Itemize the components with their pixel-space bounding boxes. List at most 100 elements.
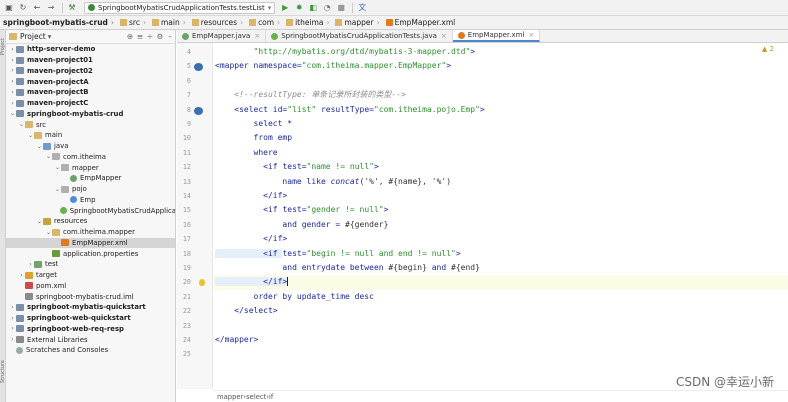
close-icon[interactable]: ×: [528, 31, 534, 39]
chevron-right-icon[interactable]: ›: [9, 304, 16, 311]
project-tree-item[interactable]: SpringbootMybatisCrudApplica: [6, 205, 175, 216]
chevron-right-icon[interactable]: ›: [9, 78, 16, 85]
debug-icon[interactable]: ✹: [293, 2, 305, 14]
chevron-down-icon[interactable]: ▾: [48, 32, 52, 41]
chevron-down-icon[interactable]: ⌄: [54, 164, 61, 171]
coverage-icon[interactable]: ◧: [307, 2, 319, 14]
chevron-right-icon[interactable]: ›: [9, 57, 16, 64]
code-token: "begin != null and end != null": [306, 248, 456, 258]
chevron-right-icon[interactable]: ›: [9, 325, 16, 332]
editor-tab[interactable]: EmpMapper.java ×: [177, 30, 267, 42]
breadcrumb-item[interactable]: com ›: [246, 18, 283, 27]
project-tree-label: EmpMapper: [80, 174, 122, 183]
close-icon[interactable]: ×: [441, 32, 447, 40]
gear-icon[interactable]: ⚙: [155, 32, 165, 41]
project-tree-item[interactable]: › springboot-web-quickstart: [6, 313, 175, 324]
stop-icon[interactable]: ■: [335, 2, 347, 14]
project-tree-item[interactable]: › http-server-demo: [6, 44, 175, 55]
breadcrumb-item[interactable]: springboot-mybatis-crud ›: [0, 18, 117, 27]
chevron-right-icon[interactable]: ›: [9, 100, 16, 107]
chevron-down-icon[interactable]: ⌄: [9, 110, 16, 117]
code-breadcrumb-item[interactable]: if: [269, 393, 273, 401]
back-icon[interactable]: ←: [31, 2, 43, 14]
folder-icon: [335, 19, 343, 26]
project-tree-item[interactable]: › springboot-mybatis-quickstart: [6, 302, 175, 313]
breadcrumb-item[interactable]: resources ›: [189, 18, 246, 27]
project-tree-item[interactable]: › maven-projectC: [6, 98, 175, 109]
project-tree-item[interactable]: ⌄ java: [6, 141, 175, 152]
project-tree-item[interactable]: ⌄ com.itheima.mapper: [6, 227, 175, 238]
project-panel-title[interactable]: Project: [20, 32, 46, 41]
project-tree-item[interactable]: › maven-project01: [6, 55, 175, 66]
chevron-down-icon[interactable]: ⌄: [27, 132, 34, 139]
breadcrumb-item[interactable]: main ›: [149, 18, 189, 27]
project-tree-item[interactable]: › maven-projectB: [6, 87, 175, 98]
project-tree-item[interactable]: Emp: [6, 195, 175, 206]
breadcrumb-item[interactable]: src ›: [117, 18, 149, 27]
build-icon[interactable]: ⚒: [66, 2, 78, 14]
project-tree-item[interactable]: ⌄ mapper: [6, 162, 175, 173]
project-tree-item[interactable]: Scratches and Consoles: [6, 345, 175, 356]
code-area[interactable]: "http://mybatis.org/dtd/mybatis-3-mapper…: [213, 43, 788, 389]
chevron-down-icon[interactable]: ⌄: [45, 229, 52, 236]
folder-icon: [52, 228, 60, 236]
chevron-down-icon[interactable]: ⌄: [36, 218, 43, 225]
file-type-icon: [271, 32, 279, 40]
editor-tab[interactable]: EmpMapper.xml ×: [452, 30, 541, 42]
code-breadcrumb: mapper › select › if: [213, 390, 788, 402]
breadcrumb-item[interactable]: EmpMapper.xml: [383, 18, 459, 27]
inspection-warning-badge[interactable]: ▲ 2: [762, 45, 774, 53]
project-tree-item[interactable]: EmpMapper.xml: [6, 237, 175, 249]
code-breadcrumb-item[interactable]: select: [246, 393, 266, 401]
project-tree-item[interactable]: application.properties: [6, 248, 175, 259]
chevron-right-icon[interactable]: ›: [27, 261, 34, 268]
chevron-down-icon[interactable]: ⌄: [54, 186, 61, 193]
project-tree-item[interactable]: › test: [6, 259, 175, 270]
project-tree-item[interactable]: › maven-project02: [6, 66, 175, 77]
project-tree-item[interactable]: ⌄ com.itheima: [6, 152, 175, 163]
chevron-right-icon[interactable]: ›: [9, 336, 16, 343]
project-tree-item[interactable]: springboot-mybatis-crud.iml: [6, 291, 175, 302]
chevron-right-icon[interactable]: ›: [18, 272, 25, 279]
chevron-right-icon[interactable]: ›: [9, 67, 16, 74]
intention-bulb-icon[interactable]: [199, 279, 205, 287]
close-icon[interactable]: ×: [254, 32, 260, 40]
forward-icon[interactable]: →: [45, 2, 57, 14]
code-token: <if: [215, 162, 283, 172]
mybatis-navigation-icon[interactable]: [194, 106, 203, 115]
project-tree-item[interactable]: ⌄ springboot-mybatis-crud: [6, 109, 175, 120]
translate-icon[interactable]: 文: [356, 2, 368, 14]
chevron-down-icon[interactable]: ⌄: [36, 143, 43, 150]
run-configuration-select[interactable]: SpringbootMybatisCrudApplicationTests.te…: [84, 1, 276, 14]
chevron-right-icon[interactable]: ›: [9, 89, 16, 96]
project-tree-item[interactable]: › maven-projectA: [6, 76, 175, 87]
save-icon[interactable]: ▣: [3, 2, 15, 14]
breadcrumb-item[interactable]: mapper ›: [332, 18, 382, 27]
project-tree-item[interactable]: › target: [6, 270, 175, 281]
run-icon[interactable]: ▶: [279, 2, 291, 14]
project-tree-item[interactable]: EmpMapper: [6, 173, 175, 184]
chevron-right-icon[interactable]: ›: [9, 46, 16, 53]
sync-icon[interactable]: ↻: [17, 2, 29, 14]
mybatis-navigation-icon[interactable]: [194, 63, 203, 72]
project-tree-item[interactable]: ⌄ src: [6, 119, 175, 130]
code-breadcrumb-item[interactable]: mapper: [217, 393, 243, 401]
chevron-right-icon: ›: [326, 18, 330, 27]
project-tree-item[interactable]: ⌄ pojo: [6, 184, 175, 195]
project-tree-item[interactable]: pom.xml: [6, 281, 175, 292]
expand-icon[interactable]: ÷: [145, 32, 155, 41]
project-tree-item[interactable]: ⌄ main: [6, 130, 175, 141]
project-tree-item[interactable]: › springboot-web-req-resp: [6, 324, 175, 335]
chevron-down-icon[interactable]: ⌄: [45, 153, 52, 160]
project-tree-item[interactable]: ⌄ resources: [6, 216, 175, 227]
chevron-down-icon[interactable]: ⌄: [18, 121, 25, 128]
chevron-right-icon[interactable]: ›: [9, 315, 16, 322]
breadcrumb-label: mapper: [344, 18, 374, 27]
hide-icon[interactable]: –: [165, 32, 175, 41]
breadcrumb-item[interactable]: itheima ›: [283, 18, 332, 27]
editor-tab[interactable]: SpringbootMybatisCrudApplicationTests.ja…: [266, 30, 453, 42]
collapse-icon[interactable]: ≡: [135, 32, 145, 41]
locate-icon[interactable]: ⊕: [125, 32, 135, 41]
profile-icon[interactable]: ◔: [321, 2, 333, 14]
project-tree-item[interactable]: › External Libraries: [6, 334, 175, 345]
